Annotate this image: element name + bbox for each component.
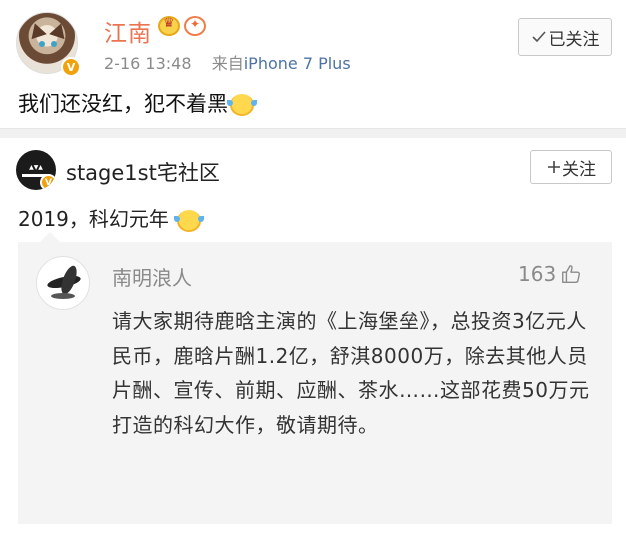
avatar-jiangnan[interactable]: V [16,12,81,77]
quoted-reply-card[interactable]: 南明浪人 163 请大家期待鹿晗主演的《上海堡垒》，总投资3亿元人民币，鹿晗片酬… [18,232,612,524]
post-content-text: 我们还没红，犯不着黑 [18,92,228,116]
device-source-link[interactable]: iPhone 7 Plus [244,54,351,73]
cat-eye-right [51,41,57,47]
verified-badge-icon: V [40,174,56,190]
laugh-cry-emoji-icon [227,94,254,116]
followed-button[interactable]: 已关注 [518,18,612,56]
post-content: 2019，科幻元年 [18,203,202,232]
like-button[interactable]: 163 [518,262,582,286]
check-icon [531,31,546,43]
ink-stroke [51,293,75,299]
source-prefix: 来自 [211,54,244,73]
stage1st-logo: ▲▼▲ [29,164,43,171]
verified-badge-icon: V [61,57,81,77]
avatar-nanminglangren[interactable] [36,256,90,310]
post-divider [0,128,626,138]
cat-eye-left [39,41,45,47]
post-content-text: 2019，科幻元年 [18,207,169,231]
weibo-post-1: V 江南 2-16 13:48 来自iPhone 7 Plus 已关注 我们还没… [0,0,626,128]
follow-button[interactable]: 关注 [530,150,612,184]
reply-content: 请大家期待鹿晗主演的《上海堡垒》，总投资3亿元人民币，鹿晗片酬1.2亿，舒淇80… [112,309,590,437]
follow-button-label: 关注 [562,159,596,180]
fire-icon[interactable] [184,16,206,36]
username-stage1st[interactable]: stage1st宅社区 [66,157,220,187]
followed-button-label: 已关注 [548,29,600,50]
username-jiangnan[interactable]: 江南 [104,14,152,48]
crown-icon[interactable] [158,16,180,36]
cat-ear-right [49,20,69,40]
avatar-stage1st[interactable]: ▲▼▲ V [16,150,56,190]
post-meta: 2-16 13:48 来自iPhone 7 Plus [104,50,351,74]
like-count: 163 [518,262,557,286]
post-timestamp: 2-16 13:48 [104,54,192,73]
plus-icon [548,161,560,173]
reply-username[interactable]: 南明浪人 [112,262,192,291]
cat-ear-left [27,20,47,40]
laugh-cry-emoji-icon [174,209,202,232]
post-content: 我们还没红，犯不着黑 [18,88,254,118]
thumbs-up-icon [562,265,581,283]
